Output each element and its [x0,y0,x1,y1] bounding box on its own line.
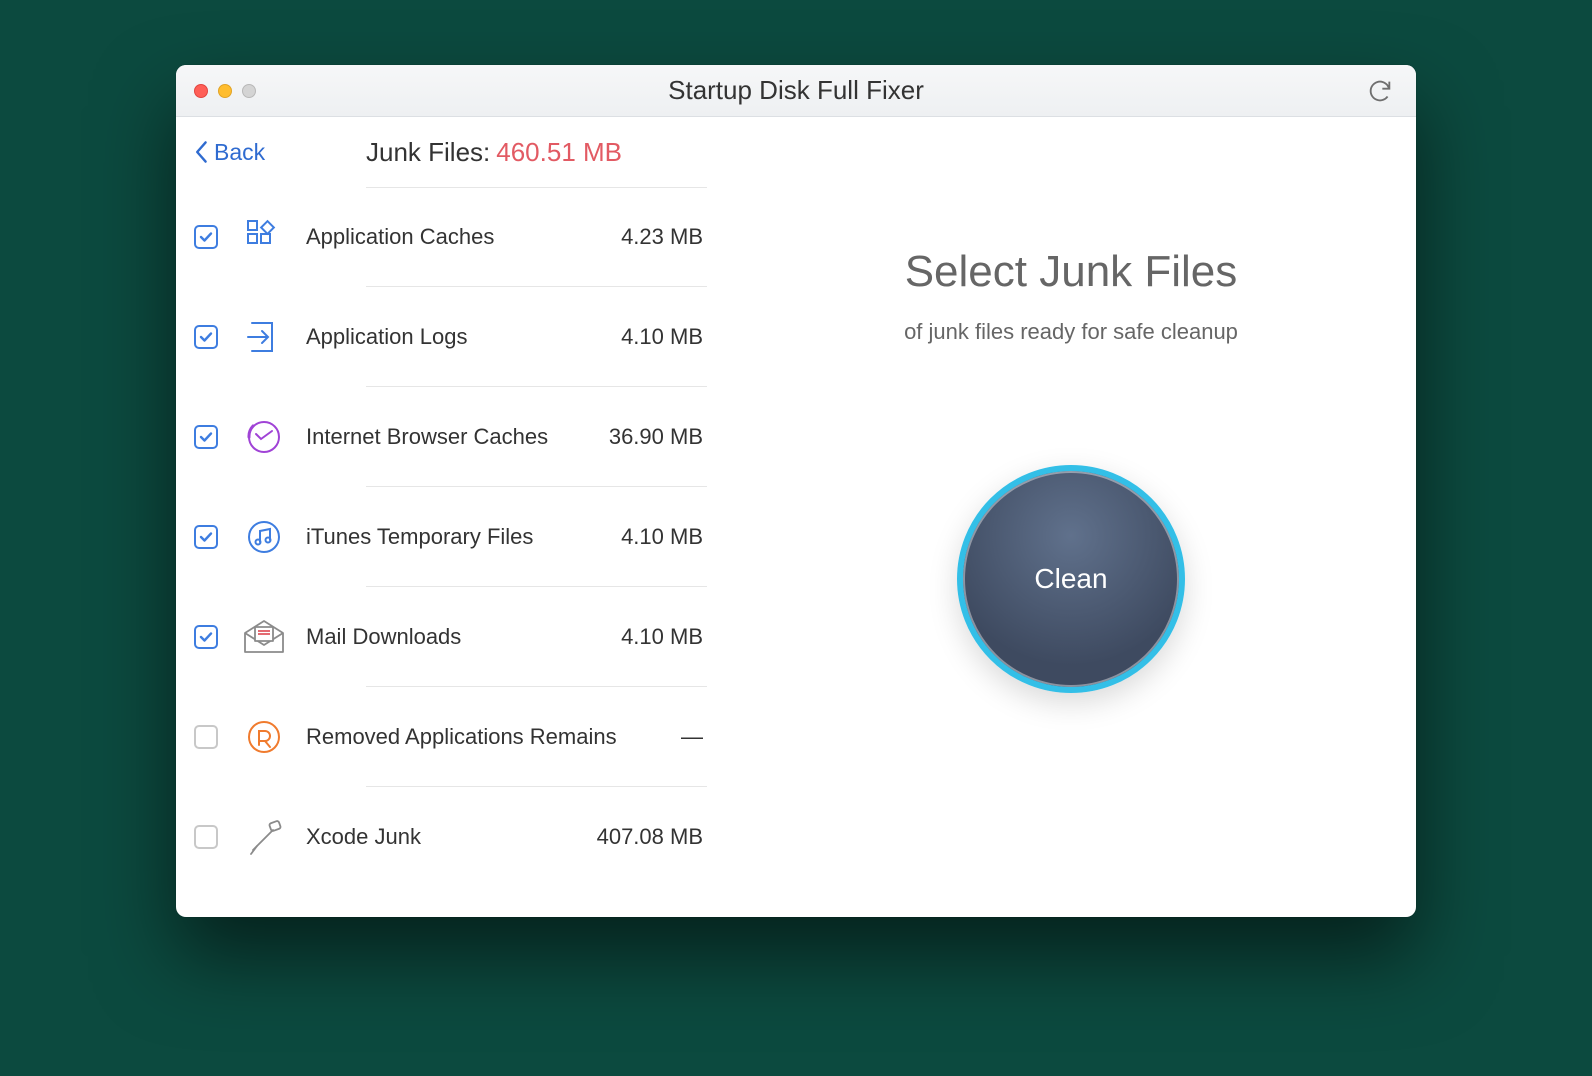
main-panel: Select Junk Files of junk files ready fo… [726,117,1416,917]
traffic-lights [176,84,256,98]
checkbox[interactable] [194,825,218,849]
list-item-size: 36.90 MB [609,424,703,450]
list-item-label: Application Logs [306,324,467,350]
list-item[interactable]: Xcode Junk 407.08 MB [176,787,725,887]
junk-files-size: 460.51 MB [496,137,622,168]
list-item-label: iTunes Temporary Files [306,524,533,550]
list-item[interactable]: iTunes Temporary Files 4.10 MB [176,487,725,587]
list-item-size: 4.23 MB [621,224,703,250]
list-item-label: Xcode Junk [306,824,421,850]
clean-button[interactable]: Clean [957,465,1185,693]
list-item[interactable]: Application Caches 4.23 MB [176,187,725,287]
sidebar-header: Back Junk Files: 460.51 MB [176,117,725,187]
itunes-temp-icon [242,515,286,559]
checkbox[interactable] [194,325,218,349]
checkbox[interactable] [194,725,218,749]
sidebar: Back Junk Files: 460.51 MB [176,117,726,917]
list-item-label: Application Caches [306,224,494,250]
xcode-junk-icon [242,815,286,859]
list-item[interactable]: Removed Applications Remains — [176,687,725,787]
checkbox[interactable] [194,225,218,249]
removed-apps-icon [242,715,286,759]
list-item-label: Mail Downloads [306,624,461,650]
junk-files-label: Junk Files: [366,137,490,168]
refresh-icon[interactable] [1366,77,1394,105]
list-item-size: — [681,724,703,750]
list-item-size: 4.10 MB [621,624,703,650]
mail-downloads-icon [242,615,286,659]
app-window: Startup Disk Full Fixer Back Junk Fil [176,65,1416,917]
app-logs-icon [242,315,286,359]
main-title: Select Junk Files [905,247,1238,297]
list-item-size: 4.10 MB [621,524,703,550]
app-caches-icon [242,215,286,259]
window-title-bold: Fixer [866,75,924,105]
main-subtitle: of junk files ready for safe cleanup [904,319,1238,345]
close-window-button[interactable] [194,84,208,98]
window-title: Startup Disk Full Fixer [176,75,1416,106]
junk-files-summary: Junk Files: 460.51 MB [366,137,701,168]
minimize-window-button[interactable] [218,84,232,98]
list-item[interactable]: Application Logs 4.10 MB [176,287,725,387]
list-item[interactable]: Mail Downloads 4.10 MB [176,587,725,687]
list-item-label: Internet Browser Caches [306,424,548,450]
back-button[interactable]: Back [194,139,265,166]
titlebar: Startup Disk Full Fixer [176,65,1416,117]
checkbox[interactable] [194,525,218,549]
list-item-size: 407.08 MB [597,824,703,850]
checkbox[interactable] [194,625,218,649]
window-body: Back Junk Files: 460.51 MB [176,117,1416,917]
maximize-window-button[interactable] [242,84,256,98]
list-item-size: 4.10 MB [621,324,703,350]
back-label: Back [214,139,265,166]
clean-button-label: Clean [1034,563,1107,595]
list-item-label: Removed Applications Remains [306,724,617,750]
junk-category-list: Application Caches 4.23 MB Application L… [176,187,725,917]
checkbox[interactable] [194,425,218,449]
browser-caches-icon [242,415,286,459]
list-item[interactable]: Internet Browser Caches 36.90 MB [176,387,725,487]
window-title-prefix: Startup Disk Full [668,75,859,105]
